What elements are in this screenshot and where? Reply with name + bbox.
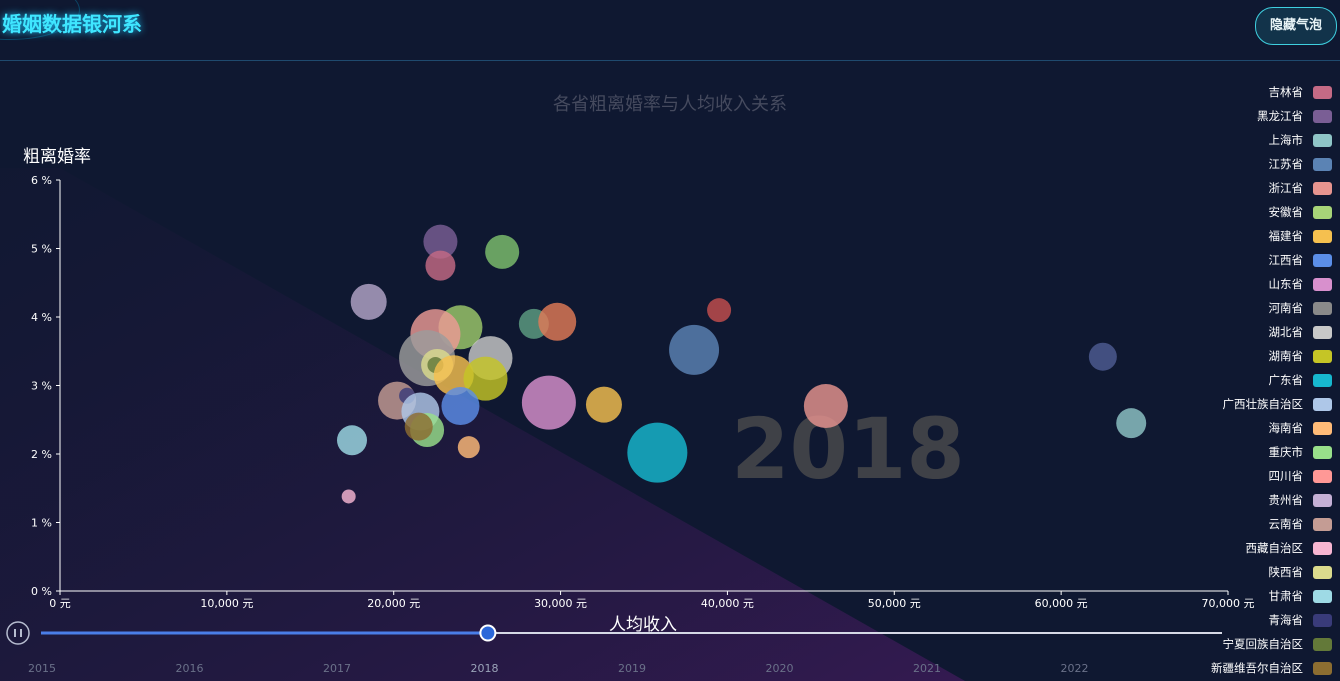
x-tick-label: 30,000 元: [534, 597, 587, 610]
data-bubble[interactable]: [1116, 408, 1147, 439]
year-watermark: 2018: [731, 400, 965, 498]
timeline-year[interactable]: 2018: [471, 662, 499, 675]
legend-label[interactable]: 江西省: [1269, 253, 1304, 267]
legend-swatch[interactable]: [1313, 638, 1332, 651]
data-bubble[interactable]: [457, 436, 480, 459]
bubble-chart: 各省粗离婚率与人均收入关系 2018 粗离婚率 人均收入 0 %1 %2 %3 …: [0, 85, 1332, 681]
data-bubble[interactable]: [337, 425, 367, 456]
legend-swatch[interactable]: [1313, 110, 1332, 123]
pause-bar-right: [20, 629, 22, 637]
legend-label[interactable]: 湖北省: [1269, 325, 1304, 339]
legend-swatch[interactable]: [1313, 326, 1332, 339]
legend-swatch[interactable]: [1313, 374, 1332, 387]
x-tick-label: 70,000 元: [1202, 597, 1255, 610]
timeline-year[interactable]: 2022: [1061, 662, 1089, 675]
legend-swatch[interactable]: [1313, 398, 1332, 411]
data-bubble[interactable]: [404, 412, 433, 441]
legend-label[interactable]: 西藏自治区: [1246, 541, 1304, 555]
y-tick-label: 5 %: [31, 243, 52, 256]
chart-title: 各省粗离婚率与人均收入关系: [553, 94, 787, 115]
legend-swatch[interactable]: [1313, 662, 1332, 675]
x-tick-label: 60,000 元: [1035, 597, 1088, 610]
data-bubble[interactable]: [441, 387, 480, 426]
legend-swatch[interactable]: [1313, 350, 1332, 363]
y-tick-label: 1 %: [31, 517, 52, 530]
legend-swatch[interactable]: [1313, 86, 1332, 99]
legend-swatch[interactable]: [1313, 614, 1332, 627]
legend-label[interactable]: 河南省: [1269, 301, 1304, 315]
legend-label[interactable]: 安徽省: [1269, 205, 1304, 219]
y-tick-label: 6 %: [31, 174, 52, 187]
data-bubble[interactable]: [485, 234, 520, 269]
legend-label[interactable]: 福建省: [1269, 229, 1304, 243]
legend-swatch[interactable]: [1313, 590, 1332, 603]
data-bubble[interactable]: [341, 489, 356, 504]
legend-label[interactable]: 云南省: [1269, 517, 1304, 531]
timeline-handle[interactable]: [479, 624, 497, 642]
x-tick-label: 40,000 元: [701, 597, 754, 610]
legend-label[interactable]: 江苏省: [1269, 157, 1304, 171]
legend-swatch[interactable]: [1313, 302, 1332, 315]
data-bubble[interactable]: [707, 298, 732, 323]
legend-swatch[interactable]: [1313, 206, 1332, 219]
legend-swatch[interactable]: [1313, 470, 1332, 483]
data-bubble[interactable]: [1088, 342, 1117, 371]
legend-swatch[interactable]: [1313, 254, 1332, 267]
legend-label[interactable]: 宁夏回族自治区: [1223, 637, 1304, 651]
legend-swatch[interactable]: [1313, 158, 1332, 171]
data-bubble[interactable]: [669, 324, 720, 375]
legend-label[interactable]: 贵州省: [1269, 493, 1304, 507]
legend-label[interactable]: 浙江省: [1269, 181, 1304, 195]
legend-label[interactable]: 广东省: [1269, 373, 1304, 387]
y-tick-label: 4 %: [31, 311, 52, 324]
legend-swatch[interactable]: [1313, 230, 1332, 243]
legend-label[interactable]: 山东省: [1269, 277, 1304, 291]
x-tick-label: 0 元: [49, 597, 71, 610]
app-root: 婚姻数据银河系 隐藏气泡 各省粗离婚率与人均收入关系 2018 粗离婚率 人均收…: [0, 0, 1340, 681]
data-bubble[interactable]: [350, 283, 387, 320]
pause-bar-left: [14, 629, 16, 637]
legend-label[interactable]: 湖南省: [1269, 349, 1304, 363]
x-tick-label: 50,000 元: [868, 597, 921, 610]
y-tick-label: 2 %: [31, 448, 52, 461]
legend-swatch[interactable]: [1313, 278, 1332, 291]
legend-label[interactable]: 广西壮族自治区: [1223, 397, 1304, 411]
legend-label[interactable]: 黑龙江省: [1257, 109, 1303, 123]
data-bubble[interactable]: [627, 422, 688, 483]
legend-label[interactable]: 海南省: [1269, 421, 1304, 435]
legend-label[interactable]: 重庆市: [1269, 445, 1304, 459]
timeline-year[interactable]: 2021: [913, 662, 941, 675]
legend-swatch[interactable]: [1313, 542, 1332, 555]
legend-label[interactable]: 青海省: [1269, 613, 1304, 627]
legend-swatch[interactable]: [1313, 134, 1332, 147]
timeline-year[interactable]: 2017: [323, 662, 351, 675]
legend-swatch[interactable]: [1313, 566, 1332, 579]
legend: 吉林省黑龙江省上海市江苏省浙江省安徽省福建省江西省山东省河南省湖北省湖南省广东省…: [1211, 85, 1332, 675]
data-bubble[interactable]: [425, 250, 456, 281]
legend-label[interactable]: 陕西省: [1269, 565, 1304, 579]
x-tick-label: 10,000 元: [200, 597, 253, 610]
legend-label[interactable]: 新疆维吾尔自治区: [1211, 661, 1303, 675]
y-tick-label: 3 %: [31, 380, 52, 393]
legend-label[interactable]: 四川省: [1269, 469, 1304, 483]
legend-label[interactable]: 吉林省: [1269, 85, 1304, 99]
legend-swatch[interactable]: [1313, 422, 1332, 435]
y-axis-label: 粗离婚率: [23, 147, 91, 167]
data-bubble[interactable]: [585, 386, 622, 423]
legend-label[interactable]: 甘肃省: [1269, 589, 1304, 603]
legend-swatch[interactable]: [1313, 182, 1332, 195]
data-bubble[interactable]: [538, 302, 577, 341]
timeline-year[interactable]: 2019: [618, 662, 646, 675]
legend-swatch[interactable]: [1313, 446, 1332, 459]
legend-label[interactable]: 上海市: [1269, 133, 1304, 147]
timeline-year[interactable]: 2015: [28, 662, 56, 675]
legend-swatch[interactable]: [1313, 518, 1332, 531]
x-tick-label: 20,000 元: [367, 597, 420, 610]
legend-swatch[interactable]: [1313, 494, 1332, 507]
timeline-year[interactable]: 2016: [176, 662, 204, 675]
data-bubble[interactable]: [803, 384, 848, 429]
data-bubble[interactable]: [521, 375, 576, 430]
timeline-year[interactable]: 2020: [766, 662, 794, 675]
